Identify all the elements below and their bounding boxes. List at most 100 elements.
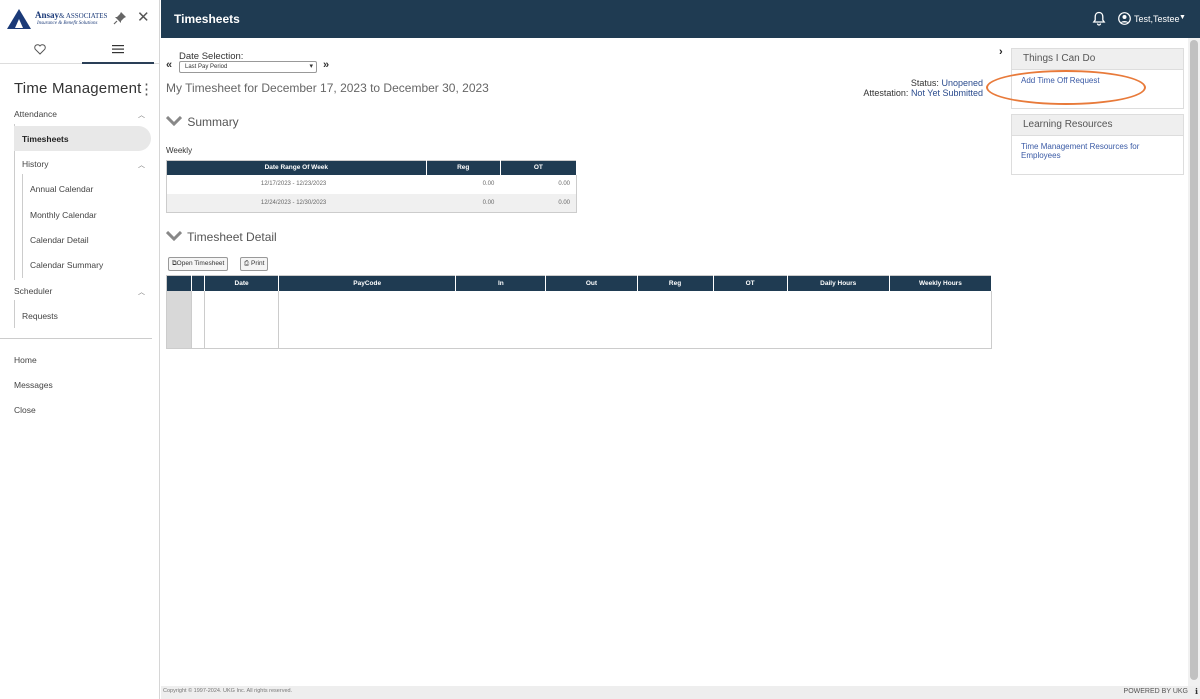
top-header: Timesheets Test,Testee ▼ — [161, 0, 1200, 38]
next-period-icon[interactable]: » — [323, 59, 329, 71]
chevron-up-icon[interactable]: ︿ — [138, 160, 145, 170]
vertical-scrollbar[interactable] — [1188, 38, 1200, 686]
chevron-up-icon[interactable]: ︿ — [138, 287, 145, 297]
column-header[interactable]: In — [455, 275, 547, 291]
nav-messages[interactable]: Messages — [14, 380, 53, 390]
nav-calendar-detail[interactable]: Calendar Detail — [30, 235, 89, 245]
timesheet-detail-table: Date PayCode In Out Reg OT Daily Hours W… — [166, 275, 993, 349]
detail-heading: Timesheet Detail — [187, 230, 277, 244]
summary-table: Date Range Of Week Reg OT 12/17/2023 - 1… — [166, 160, 578, 213]
summary-section-header[interactable]: Summary — [165, 115, 239, 129]
column-header[interactable]: Out — [545, 275, 638, 291]
table-cell: 0.00 — [426, 193, 501, 213]
open-timesheet-button[interactable]: ⧉Open Timesheet — [168, 257, 229, 271]
module-title: Time Management — [14, 80, 142, 97]
weekly-label: Weekly — [166, 146, 193, 155]
sidebar-divider — [0, 338, 152, 339]
status-block: Status: Unopened Attestation: Not Yet Su… — [863, 78, 983, 98]
table-row: 12/24/2023 - 12/30/2023 0.00 0.00 — [166, 193, 577, 213]
print-button[interactable]: ⎙ Print — [240, 257, 269, 271]
column-header-blank — [191, 275, 206, 291]
chevron-up-icon[interactable]: ︿ — [138, 110, 145, 120]
column-header[interactable]: Reg — [637, 275, 714, 291]
table-cell — [204, 290, 280, 349]
logo-name: Ansay — [35, 10, 60, 20]
chevron-down-icon — [165, 230, 184, 244]
column-header-blank — [166, 275, 193, 291]
nav-home[interactable]: Home — [14, 355, 37, 365]
things-i-can-do-heading: Things I Can Do — [1012, 49, 1183, 70]
powered-by-text: POWERED BY UKG — [1123, 688, 1188, 695]
nav-tree-line — [22, 174, 23, 278]
table-row: 12/17/2023 - 12/23/2023 0.00 0.00 — [167, 175, 577, 194]
nav-calendar-summary[interactable]: Calendar Summary — [30, 260, 103, 270]
select-caret-icon: ▾ — [309, 63, 313, 70]
heart-icon — [34, 44, 46, 55]
nav-requests[interactable]: Requests — [22, 311, 58, 321]
page-title: Timesheets — [174, 12, 240, 26]
caret-down-icon[interactable]: ▼ — [1179, 14, 1186, 21]
open-timesheet-label: Open Timesheet — [176, 260, 225, 267]
table-cell — [279, 291, 992, 349]
detail-section-header[interactable]: Timesheet Detail — [165, 230, 277, 244]
date-selection-value: Last Pay Period — [185, 64, 228, 70]
status-value: Unopened — [941, 78, 983, 88]
attestation-value: Not Yet Submitted — [910, 88, 983, 98]
nav-annual-calendar[interactable]: Annual Calendar — [30, 184, 93, 194]
pin-icon[interactable] — [113, 11, 127, 25]
nav-tree-line — [14, 154, 15, 280]
nav-scheduler[interactable]: Scheduler — [14, 286, 52, 296]
chevron-right-icon[interactable]: › — [999, 46, 1003, 58]
print-label: Print — [251, 260, 265, 267]
company-logo: Ansay& ASSOCIATES Insurance & Benefit So… — [7, 8, 107, 30]
status-label: Status: — [910, 78, 939, 88]
highlight-annotation — [986, 70, 1146, 105]
main-content: Date Selection: « Last Pay Period ▾ » My… — [161, 38, 1188, 686]
sidebar-header: Ansay& ASSOCIATES Insurance & Benefit So… — [0, 0, 159, 38]
kebab-menu-icon[interactable]: ⋮ — [139, 80, 154, 98]
column-header[interactable]: OT — [713, 275, 788, 291]
table-cell: 12/24/2023 - 12/30/2023 — [166, 193, 427, 213]
learning-resources-heading: Learning Resources — [1012, 115, 1183, 136]
column-header[interactable]: Reg — [426, 160, 501, 175]
column-header[interactable]: Daily Hours — [787, 275, 890, 291]
nav-tree-line — [14, 300, 15, 328]
table-cell: 12/17/2023 - 12/23/2023 — [260, 181, 327, 187]
table-row — [166, 290, 992, 349]
column-header[interactable]: PayCode — [278, 275, 457, 291]
nav-monthly-calendar[interactable]: Monthly Calendar — [30, 210, 97, 220]
sidebar: Ansay& ASSOCIATES Insurance & Benefit So… — [0, 0, 160, 699]
date-selection-select[interactable]: Last Pay Period ▾ — [179, 61, 317, 73]
column-header[interactable]: Weekly Hours — [889, 275, 993, 291]
table-cell — [166, 290, 193, 349]
attestation-label: Attestation: — [863, 88, 909, 98]
column-header[interactable]: OT — [500, 160, 578, 175]
previous-period-icon[interactable]: « — [166, 59, 172, 71]
info-icon[interactable]: ℹ — [1195, 687, 1198, 696]
nav-attendance[interactable]: Attendance — [14, 109, 57, 119]
footer: Copyright © 1997-2024. UKG Inc. All righ… — [161, 686, 1200, 699]
nav-close[interactable]: Close — [14, 405, 36, 415]
printer-icon: ⎙ — [244, 260, 250, 267]
table-cell: 0.00 — [482, 181, 495, 187]
column-header[interactable]: Date — [204, 275, 280, 291]
bell-icon[interactable] — [1092, 11, 1106, 26]
column-header[interactable]: Date Range Of Week — [166, 160, 427, 175]
learning-resources-panel: Learning Resources Time Management Resou… — [1011, 114, 1184, 175]
tab-menu[interactable] — [82, 38, 154, 64]
copyright-text: Copyright © 1997-2024. UKG Inc. All righ… — [163, 688, 293, 694]
summary-heading: Summary — [187, 115, 239, 129]
tab-favorites[interactable] — [0, 38, 80, 64]
timesheet-title: My Timesheet for December 17, 2023 to De… — [166, 81, 489, 95]
nav-timesheets[interactable]: Timesheets — [22, 134, 69, 144]
user-avatar-icon[interactable] — [1118, 12, 1131, 25]
sidebar-tabs — [0, 38, 159, 64]
scrollbar-thumb[interactable] — [1190, 40, 1198, 680]
logo-suffix: & ASSOCIATES — [59, 12, 108, 20]
user-name[interactable]: Test,Testee — [1134, 14, 1180, 24]
hamburger-icon — [112, 45, 124, 54]
nav-history[interactable]: History — [22, 159, 48, 169]
learning-resources-link[interactable]: Time Management Resources for Employees — [1021, 142, 1139, 160]
table-cell: 0.00 — [558, 181, 570, 187]
close-sidebar-icon[interactable]: ✕ — [137, 10, 150, 25]
